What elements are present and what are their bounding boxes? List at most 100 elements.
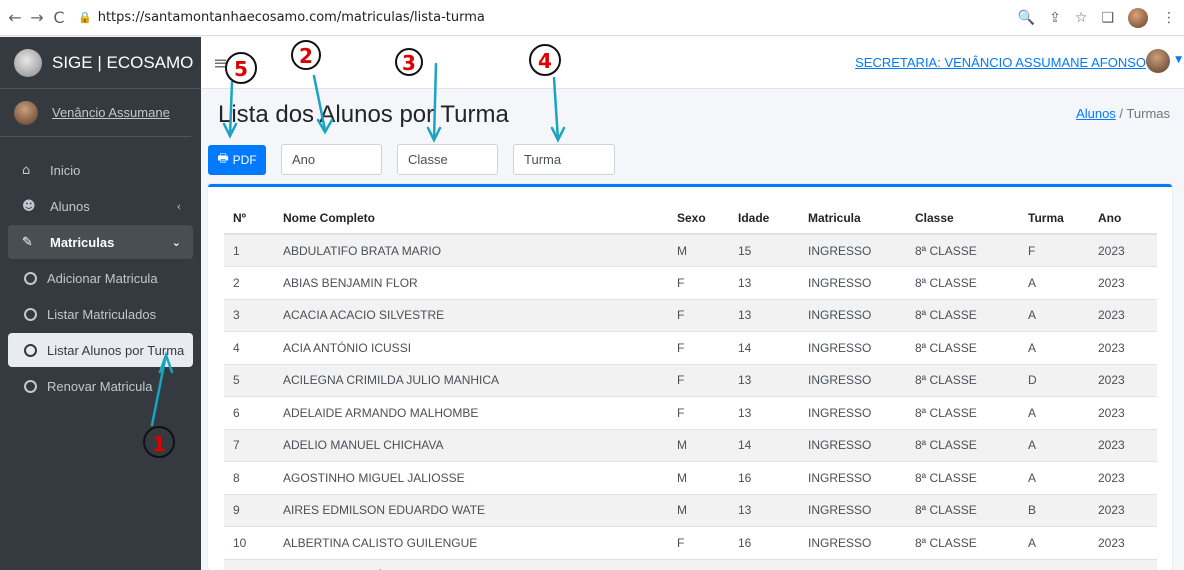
reload-icon[interactable]: C [48, 8, 70, 27]
ano-filter-input[interactable]: Ano [281, 144, 382, 175]
user-menu-link[interactable]: SECRETARIA: VENÂNCIO ASSUMANE AFONSO [855, 55, 1146, 70]
cell-numero: 9 [224, 493, 274, 527]
cell-nome: ALBERTINA CALISTO GUILENGUE [274, 526, 668, 559]
cell-idade: 16 [729, 526, 799, 559]
home-icon: ⌂ [22, 162, 31, 178]
cell-numero: 11 [224, 558, 274, 570]
cell-sexo: M [668, 428, 729, 462]
cell-ano: 2023 [1089, 363, 1157, 397]
cell-turma: A [1019, 331, 1089, 364]
cell-turma: A [1019, 396, 1089, 429]
cell-idade: 13 [729, 396, 799, 429]
star-icon[interactable]: ☆ [1075, 10, 1088, 26]
share-icon[interactable]: ⇪ [1049, 10, 1061, 26]
sidebar-user-name[interactable]: Venâncio Assumane [52, 105, 170, 120]
table-row[interactable]: 3 ACACIA ACACIO SILVESTRE F 13 INGRESSO 8ª CL… [224, 298, 1157, 332]
turma-filter-input[interactable]: Turma [513, 144, 615, 175]
col-header-idade[interactable]: Idade [729, 203, 799, 235]
breadcrumb-link-alunos[interactable]: Alunos [1076, 106, 1116, 121]
brand[interactable]: SIGE | ECOSAMO [0, 37, 201, 89]
cell-matricula: INGRESSO [799, 331, 906, 364]
cell-ano: 2023 [1089, 233, 1157, 267]
col-header-nome[interactable]: Nome Completo [274, 203, 668, 235]
cell-matricula: INGRESSO [799, 233, 906, 267]
col-header-numero[interactable]: Nº [224, 203, 274, 235]
cell-ano: 2023 [1089, 298, 1157, 332]
table-row[interactable]: 6 ADELAIDE ARMANDO MALHOMBE F 13 INGRESSO 8ª … [224, 396, 1157, 429]
cell-sexo: M [668, 493, 729, 527]
cell-idade: 16 [729, 461, 799, 494]
cell-matricula: INGRESSO [799, 298, 906, 332]
cell-ano: 2023 [1089, 526, 1157, 559]
cell-nome: AGOSTINHO MIGUEL JALIOSSE [274, 461, 668, 494]
sidebar-item-label: Listar Alunos por Turma [47, 342, 185, 358]
cell-turma: A [1019, 428, 1089, 462]
sidebar-item-adicionar-matricula[interactable]: Adicionar Matricula [8, 261, 193, 295]
sidebar-item-matriculas[interactable]: ✎ Matriculas ⌄ [8, 225, 193, 259]
user-avatar[interactable] [1146, 49, 1170, 73]
cell-matricula: INGRESSO [799, 461, 906, 494]
table-row[interactable]: 11ALBERTINA JOSÉ MABOTEF13INGRESSO8ª CLA… [224, 558, 1157, 570]
cell-classe: 8ª CLASSE [906, 526, 1019, 559]
cell-nome: ABDULATIFO BRATA MARIO [274, 233, 668, 267]
cell-nome: ALBERTINA JOSÉ MABOTE [274, 558, 668, 570]
sidebar-item-label: Inicio [50, 162, 81, 178]
cell-nome: ACILEGNA CRIMILDA JULIO MANHICA [274, 363, 668, 397]
cell-turma: B [1019, 493, 1089, 527]
url-text[interactable]: https://santamontanhaecosamo.com/matricu… [98, 10, 485, 25]
cell-sexo: F [668, 298, 729, 332]
sidebar-item-label: Matriculas [50, 234, 115, 250]
arrow-3-head [426, 126, 442, 143]
table-row[interactable]: 10 ALBERTINA CALISTO GUILENGUE F 16 INGRESSO… [224, 526, 1157, 559]
forward-arrow-icon[interactable]: → [26, 8, 48, 27]
classe-filter-input[interactable]: Classe [397, 144, 498, 175]
arrow-4-head [550, 126, 566, 143]
pdf-button[interactable]: 🖶 PDF [208, 144, 266, 175]
sidebar-item-inicio[interactable]: ⌂ Inicio [8, 153, 193, 187]
sidebar-item-renovar-matricula[interactable]: Renovar Matricula [8, 369, 193, 403]
window-icon[interactable]: ❑ [1101, 10, 1114, 26]
profile-avatar[interactable] [1128, 8, 1148, 28]
users-icon: ☻ [22, 198, 36, 214]
caret-down-icon[interactable]: ▼ [1175, 55, 1182, 65]
sidebar-item-label: Adicionar Matricula [47, 270, 158, 286]
col-header-ano[interactable]: Ano [1089, 203, 1157, 235]
sidebar-item-alunos[interactable]: ☻ Alunos ‹ [8, 189, 193, 223]
hamburger-icon[interactable]: ≡ [213, 53, 228, 74]
table-row[interactable]: 4 ACIA ANTÓNIO ICUSSI F 14 INGRESSO 8ª CLASSE… [224, 331, 1157, 364]
table-row[interactable]: 5 ACILEGNA CRIMILDA JULIO MANHICA F 13 INGRE… [224, 363, 1157, 397]
table-row[interactable]: 2 ABIAS BENJAMIN FLOR F 13 INGRESSO 8ª CLASSE… [224, 266, 1157, 299]
col-header-matricula[interactable]: Matricula [799, 203, 906, 235]
cell-classe: 8ª CLASSE [906, 428, 1019, 462]
table-row[interactable]: 9 AIRES EDMILSON EDUARDO WATE M 13 INGRESSO 8… [224, 493, 1157, 527]
table-row[interactable]: 1 ABDULATIFO BRATA MARIO M 15 INGRESSO 8ª CLA… [224, 233, 1157, 267]
cell-sexo: M [668, 233, 729, 267]
cell-ano: 2023 [1089, 558, 1157, 570]
cell-turma: F [1019, 233, 1089, 267]
cell-ano: 2023 [1089, 493, 1157, 527]
sidebar-item-listar-matriculados[interactable]: Listar Matriculados [8, 297, 193, 331]
cell-classe: 8ª CLASSE [906, 266, 1019, 299]
zoom-icon[interactable]: 🔍 [1018, 10, 1035, 26]
table-row[interactable]: 8 AGOSTINHO MIGUEL JALIOSSE M 16 INGRESSO 8ª … [224, 461, 1157, 494]
kebab-menu-icon[interactable]: ⋮ [1162, 10, 1176, 26]
table-row[interactable]: 7 ADELIO MANUEL CHICHAVA M 14 INGRESSO 8ª CLA… [224, 428, 1157, 462]
col-header-sexo[interactable]: Sexo [668, 203, 729, 235]
sidebar-item-listar-alunos-por-turma[interactable]: Listar Alunos por Turma [8, 333, 193, 367]
cell-sexo: F [668, 396, 729, 429]
cell-idade: 14 [729, 331, 799, 364]
cell-numero: 7 [224, 428, 274, 462]
circle-icon [24, 343, 37, 357]
cell-idade: 15 [729, 233, 799, 267]
cell-numero: 5 [224, 363, 274, 397]
breadcrumb: Alunos / Turmas [1076, 106, 1170, 121]
back-arrow-icon[interactable]: ← [4, 8, 26, 27]
col-header-turma[interactable]: Turma [1019, 203, 1089, 235]
top-navbar: ≡ SECRETARIA: VENÂNCIO ASSUMANE AFONSO ▼ [201, 37, 1184, 89]
col-header-classe[interactable]: Classe [906, 203, 1019, 235]
sidebar-user[interactable]: Venâncio Assumane [0, 89, 191, 137]
cell-matricula: INGRESSO [799, 266, 906, 299]
address-bar[interactable]: 🔒 https://santamontanhaecosamo.com/matri… [78, 10, 485, 25]
cell-classe: 8ª CLASSE [906, 396, 1019, 429]
chevron-left-icon: ‹ [176, 199, 181, 213]
